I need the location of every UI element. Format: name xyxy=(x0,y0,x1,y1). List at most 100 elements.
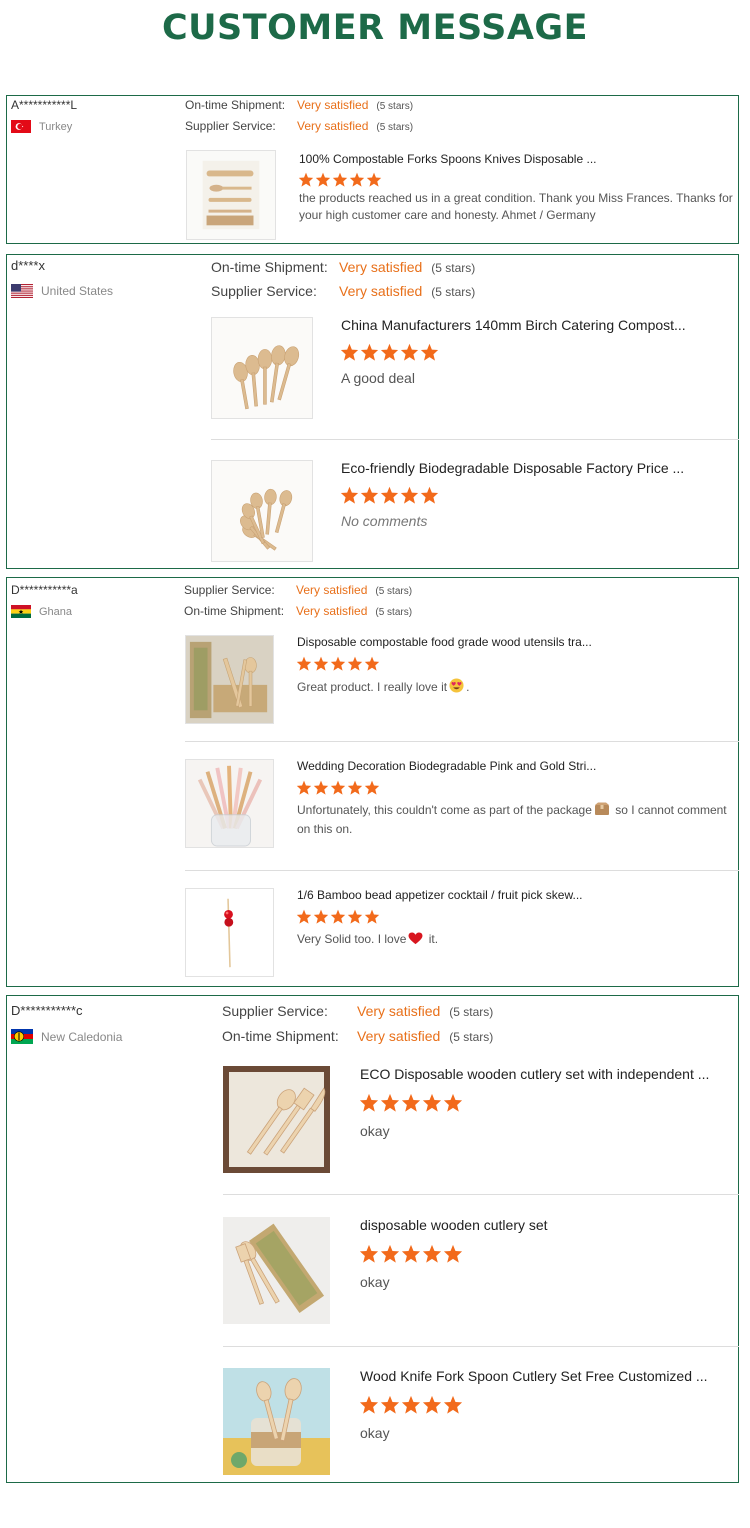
divider xyxy=(223,1346,739,1347)
product-image[interactable] xyxy=(223,1217,330,1324)
star-icon xyxy=(330,656,346,671)
rating-value: Very satisfied xyxy=(296,604,368,618)
star-icon xyxy=(360,486,379,504)
product-title[interactable]: Eco-friendly Biodegradable Disposable Fa… xyxy=(341,460,684,476)
product-image[interactable] xyxy=(211,460,313,562)
star-icon xyxy=(347,780,363,795)
rating-label: Supplier Service: xyxy=(185,119,276,133)
rating-on-time-shipment: On-time Shipment: Very satisfied (5 star… xyxy=(184,604,412,618)
star-rating xyxy=(296,656,380,671)
star-icon xyxy=(359,1244,379,1263)
star-icon xyxy=(443,1244,463,1263)
product-image[interactable] xyxy=(186,150,276,240)
buyer-name: D***********c xyxy=(11,1003,83,1018)
star-rating xyxy=(340,486,439,504)
rating-value: Very satisfied xyxy=(296,583,368,597)
comment-text-end: . xyxy=(466,680,470,694)
star-icon xyxy=(296,909,312,924)
star-rating xyxy=(359,1244,463,1263)
review-comment: the products reached us in a great condi… xyxy=(299,191,733,222)
rating-supplier-service: Supplier Service: Very satisfied (5 star… xyxy=(185,119,413,133)
star-rating xyxy=(340,343,439,361)
rating-value: Very satisfied xyxy=(339,259,423,275)
star-icon xyxy=(340,343,359,361)
rating-stars-text: (5 stars) xyxy=(375,586,413,597)
star-icon xyxy=(380,1093,400,1112)
star-icon xyxy=(443,1395,463,1414)
country-name: Ghana xyxy=(39,605,73,618)
product-title[interactable]: ECO Disposable wooden cutlery set with i… xyxy=(360,1066,709,1082)
rating-supplier-service: Supplier Service: Very satisfied (5 star… xyxy=(184,583,412,597)
star-icon xyxy=(359,1395,379,1414)
star-icon xyxy=(347,909,363,924)
product-review: China Manufacturers 140mm Birch Catering… xyxy=(211,317,736,419)
buyer-country: Turkey xyxy=(11,120,72,133)
buyer-country: United States xyxy=(11,284,113,298)
product-title[interactable]: Wedding Decoration Biodegradable Pink an… xyxy=(297,759,596,773)
star-icon xyxy=(364,780,380,795)
product-title[interactable]: 1/6 Bamboo bead appetizer cocktail / fru… xyxy=(297,888,582,902)
buyer-name: d****x xyxy=(11,258,45,273)
product-image[interactable] xyxy=(185,888,274,977)
star-icon xyxy=(296,656,312,671)
rating-supplier-service: Supplier Service: Very satisfied (5 star… xyxy=(222,1003,493,1019)
comment-text-end: it. xyxy=(425,932,439,946)
rating-on-time-shipment: On-time Shipment: Very satisfied (5 star… xyxy=(222,1028,493,1044)
rating-value: Very satisfied xyxy=(339,283,423,299)
rating-label: On-time Shipment: xyxy=(222,1028,339,1044)
star-icon xyxy=(313,780,329,795)
review-card: A***********L Turkey On-time Shipment: V… xyxy=(6,95,739,244)
product-title[interactable]: 100% Compostable Forks Spoons Knives Dis… xyxy=(299,152,597,166)
rating-stars-text: (5 stars) xyxy=(376,101,414,112)
product-image[interactable] xyxy=(185,759,274,848)
comment-text: Great product. I really love it xyxy=(297,680,448,694)
package-emoji-icon xyxy=(594,802,610,821)
product-image[interactable] xyxy=(223,1368,330,1475)
review-comment: No comments xyxy=(341,513,428,529)
star-icon xyxy=(400,343,419,361)
ghana-flag-icon xyxy=(11,605,31,618)
product-title[interactable]: disposable wooden cutlery set xyxy=(360,1217,548,1233)
star-icon xyxy=(400,486,419,504)
star-icon xyxy=(380,343,399,361)
country-name: United States xyxy=(41,284,114,298)
star-icon xyxy=(401,1244,421,1263)
rating-label: On-time Shipment: xyxy=(211,259,328,275)
star-icon xyxy=(380,1395,400,1414)
product-image[interactable] xyxy=(211,317,313,419)
product-title[interactable]: China Manufacturers 140mm Birch Catering… xyxy=(341,317,686,333)
new-caledonia-flag-icon xyxy=(11,1029,33,1044)
review-comment: Unfortunately, this couldn't come as par… xyxy=(297,802,733,838)
red-heart-emoji-icon xyxy=(408,932,423,950)
product-title[interactable]: Wood Knife Fork Spoon Cutlery Set Free C… xyxy=(360,1368,708,1384)
page-title: CUSTOMER MESSAGE xyxy=(161,8,589,48)
buyer-name: D***********a xyxy=(11,583,78,597)
product-title[interactable]: Disposable compostable food grade wood u… xyxy=(297,635,592,649)
star-icon xyxy=(347,656,363,671)
review-comment: okay xyxy=(360,1425,390,1441)
star-icon xyxy=(332,172,348,187)
star-icon xyxy=(313,909,329,924)
review-comment: okay xyxy=(360,1123,390,1139)
star-icon xyxy=(315,172,331,187)
buyer-country: Ghana xyxy=(11,605,72,618)
product-review: ECO Disposable wooden cutlery set with i… xyxy=(223,1066,735,1173)
usa-flag-icon xyxy=(11,284,33,298)
product-image[interactable] xyxy=(223,1066,330,1173)
turkey-flag-icon xyxy=(11,120,31,133)
buyer-country: New Caledonia xyxy=(11,1029,122,1044)
rating-value: Very satisfied xyxy=(357,1028,441,1044)
rating-stars-text: (5 stars) xyxy=(376,122,414,133)
star-icon xyxy=(401,1395,421,1414)
star-icon xyxy=(380,486,399,504)
star-icon xyxy=(366,172,382,187)
rating-label: Supplier Service: xyxy=(211,283,317,299)
rating-supplier-service: Supplier Service: Very satisfied (5 star… xyxy=(211,283,475,299)
comment-text: Unfortunately, this couldn't come as par… xyxy=(297,803,592,817)
divider xyxy=(185,870,739,871)
rating-label: On-time Shipment: xyxy=(185,98,286,112)
product-image[interactable] xyxy=(185,635,274,724)
product-review: Wood Knife Fork Spoon Cutlery Set Free C… xyxy=(223,1368,735,1475)
star-icon xyxy=(359,1093,379,1112)
rating-stars-text: (5 stars) xyxy=(431,285,476,299)
